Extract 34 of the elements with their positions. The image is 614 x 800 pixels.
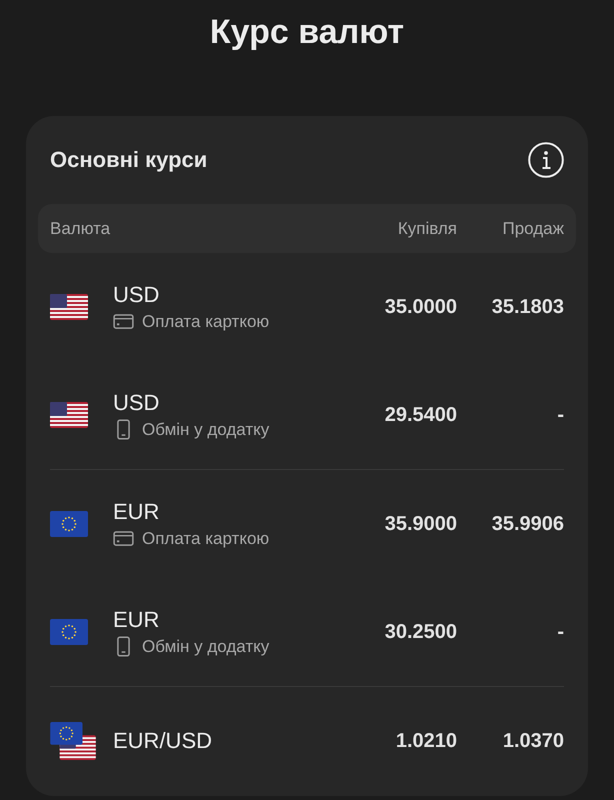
us-flag-icon bbox=[50, 402, 88, 428]
eu-flag-icon bbox=[50, 619, 88, 645]
currency-code: USD bbox=[113, 282, 160, 308]
eu-flag-icon bbox=[50, 511, 88, 537]
card-icon bbox=[113, 314, 134, 329]
phone-icon bbox=[117, 419, 130, 440]
sell-rate: - bbox=[557, 404, 564, 426]
sell-rate: 35.1803 bbox=[492, 296, 564, 318]
eu-us-flag-icon bbox=[50, 722, 96, 760]
buy-rate: 1.0210 bbox=[396, 730, 457, 752]
card-icon bbox=[113, 531, 134, 546]
column-header: Продаж bbox=[502, 218, 564, 238]
currency-code: USD bbox=[113, 390, 160, 416]
payment-method-label: Оплата карткою bbox=[142, 310, 270, 332]
payment-method-label: Оплата карткою bbox=[142, 528, 270, 550]
phone-icon bbox=[117, 636, 130, 657]
currency-code: EUR/USD bbox=[113, 728, 212, 754]
buy-rate: 30.2500 bbox=[384, 620, 457, 644]
buy-rate: 29.5400 bbox=[384, 404, 457, 426]
currency-code: EUR bbox=[113, 606, 160, 632]
buy-rate: 35.9000 bbox=[384, 512, 457, 536]
info-icon[interactable] bbox=[528, 142, 564, 178]
payment-method-label: Обмін у додатку bbox=[142, 636, 270, 658]
sell-rate: - bbox=[557, 620, 564, 644]
column-header: Валюта bbox=[50, 218, 110, 238]
card-title: Основні курси bbox=[50, 147, 208, 173]
sell-rate: 1.0370 bbox=[502, 730, 564, 752]
currency-code: EUR bbox=[113, 498, 160, 524]
column-header: Купівля bbox=[398, 218, 457, 238]
payment-method-label: Обмін у додатку bbox=[142, 418, 270, 440]
page-title: Курс валют bbox=[208, 12, 406, 52]
us-flag-icon bbox=[50, 294, 88, 320]
buy-rate: 35.0000 bbox=[384, 296, 457, 318]
sell-rate: 35.9906 bbox=[492, 512, 564, 536]
